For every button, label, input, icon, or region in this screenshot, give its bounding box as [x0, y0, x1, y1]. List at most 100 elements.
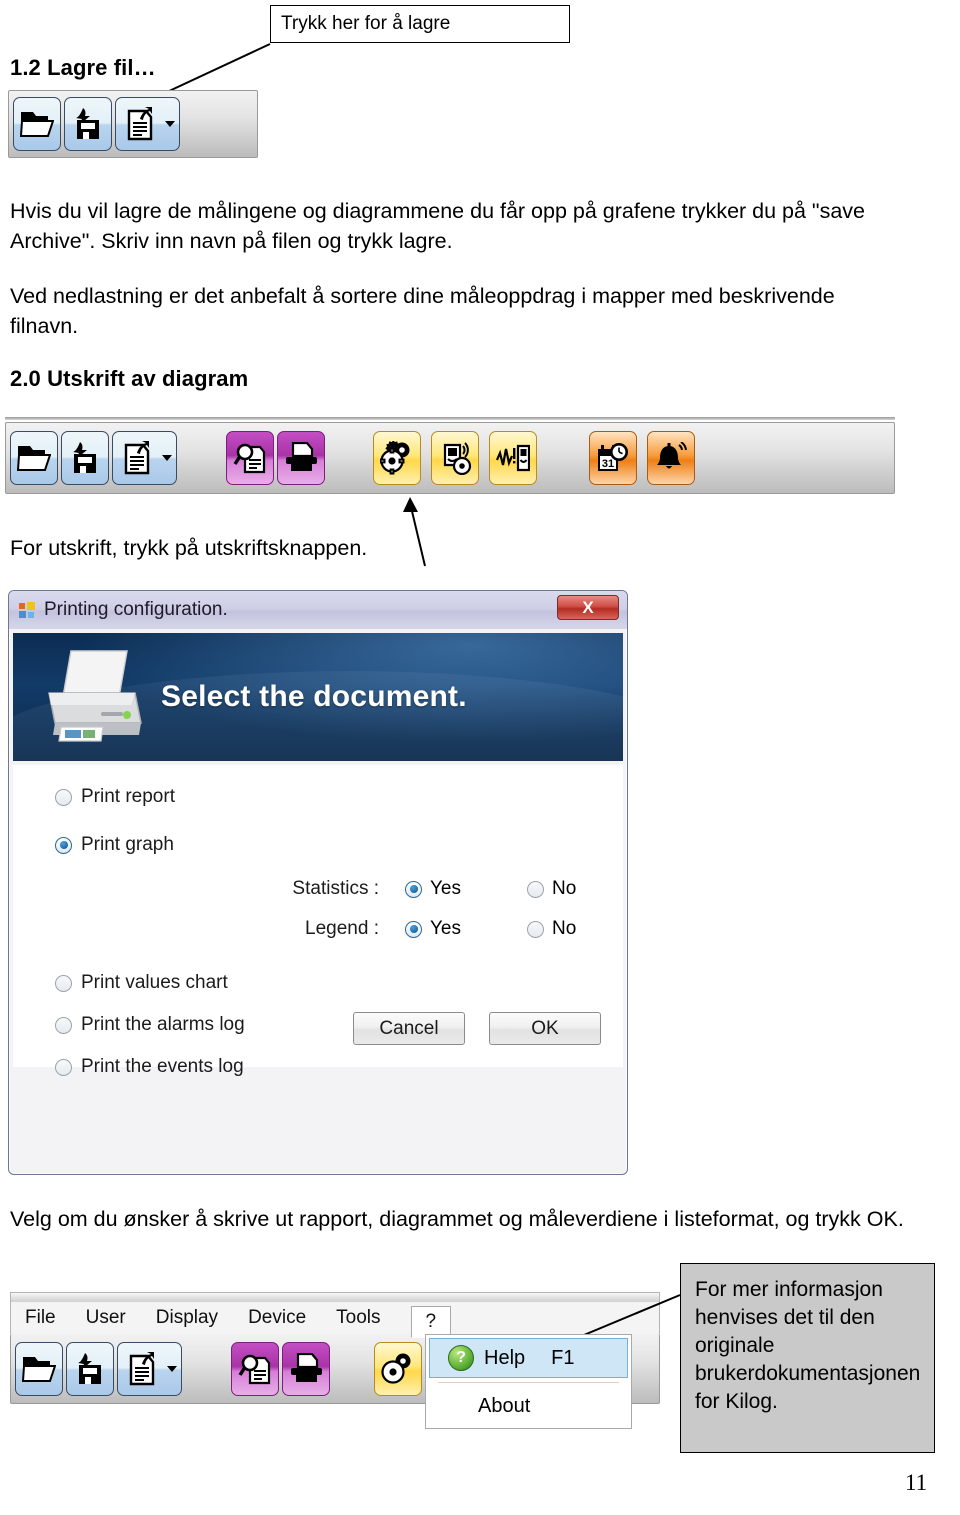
dialog-titlebar: Printing configuration. X	[9, 591, 627, 629]
toolbar-group-settings[interactable]	[373, 431, 537, 485]
floppy-save-icon	[71, 107, 105, 141]
menu-item-file[interactable]: File	[25, 1307, 56, 1329]
toolbar-main[interactable]: 31	[5, 422, 895, 494]
sub-option-legend[interactable]: Legend : Yes No	[281, 913, 623, 945]
radio-icon[interactable]	[527, 880, 544, 898]
schedule-button[interactable]: 31	[589, 431, 637, 485]
toolbar-bottom-group-settings[interactable]	[374, 1341, 425, 1396]
printer-icon	[288, 1352, 324, 1385]
toolbar-top-group-file[interactable]	[13, 97, 183, 151]
option-print-values-chart[interactable]: Print values chart	[55, 967, 623, 999]
help-menu-popup[interactable]: ? Help F1 About	[425, 1334, 632, 1429]
printer-icon	[283, 442, 319, 474]
legend-yes[interactable]: Yes	[405, 918, 501, 940]
save-archive-dropdown[interactable]	[162, 1341, 182, 1396]
statistics-no[interactable]: No	[527, 878, 623, 900]
settings-button[interactable]	[374, 1341, 422, 1396]
legend-no[interactable]: No	[527, 918, 623, 940]
save-file-button[interactable]	[61, 431, 109, 485]
chevron-down-icon	[161, 455, 172, 461]
print-preview-button[interactable]	[226, 431, 274, 485]
save-archive-button[interactable]	[117, 1341, 165, 1396]
radio-icon[interactable]	[405, 880, 422, 898]
radio-icon[interactable]	[55, 1058, 72, 1076]
toolbar-top[interactable]	[8, 90, 258, 158]
save-archive-button[interactable]	[112, 431, 160, 485]
print-button[interactable]	[282, 1341, 330, 1396]
radio-icon[interactable]	[527, 920, 544, 938]
callout-more-info: For mer informasjon henvises det til den…	[680, 1263, 935, 1453]
paragraph-2: Ved nedlastning er det anbefalt å sorter…	[10, 284, 835, 338]
save-file-button[interactable]	[64, 97, 112, 151]
close-icon[interactable]: X	[557, 595, 619, 620]
menu-divider	[438, 1382, 619, 1383]
toolbar-bottom-group-print[interactable]	[231, 1341, 330, 1396]
menu-item-user[interactable]: User	[86, 1307, 126, 1329]
save-archive-button[interactable]	[115, 97, 163, 151]
option-label: Print the alarms log	[81, 1014, 245, 1035]
callout-more-info-text: For mer informasjon henvises det til den…	[695, 1278, 921, 1413]
radio-icon[interactable]	[405, 920, 422, 938]
help-label: Help	[484, 1346, 526, 1369]
help-question-icon: ?	[448, 1345, 474, 1371]
option-label: Print values chart	[81, 972, 228, 993]
document-export-icon	[125, 107, 155, 141]
statistics-yes[interactable]: Yes	[405, 878, 501, 900]
app-blocks-icon	[19, 601, 36, 619]
menu-items[interactable]: File User Display Device Tools ?	[10, 1302, 660, 1338]
sub-option-statistics[interactable]: Statistics : Yes No	[281, 873, 623, 905]
sub-option-caption: Statistics :	[292, 878, 379, 899]
print-preview-button[interactable]	[231, 1341, 279, 1396]
toolbar-bottom-group-file[interactable]	[15, 1341, 185, 1396]
paragraph-3: For utskrift, trykk på utskriftsknappen.	[10, 536, 368, 560]
open-file-button[interactable]	[10, 431, 58, 485]
option-print-events-log[interactable]: Print the events log	[55, 1051, 623, 1083]
settings-button[interactable]	[373, 431, 421, 485]
choice-label: Yes	[430, 878, 461, 899]
ok-button[interactable]: OK	[489, 1012, 601, 1045]
dialog-title: Printing configuration.	[44, 599, 228, 620]
menu-item-device[interactable]: Device	[248, 1307, 306, 1329]
radio-icon[interactable]	[55, 974, 72, 992]
device-signal-button[interactable]	[489, 431, 537, 485]
callout-save-hint-text: Trykk her for å lagre	[281, 13, 451, 35]
chevron-down-icon	[166, 1365, 177, 1372]
radio-icon[interactable]	[55, 788, 72, 806]
svg-text:31: 31	[602, 458, 614, 470]
save-archive-dropdown[interactable]	[157, 431, 177, 485]
option-print-report[interactable]: Print report	[55, 781, 623, 813]
alarms-button[interactable]	[647, 431, 695, 485]
document-export-icon	[127, 1351, 157, 1386]
document-magnifier-icon	[233, 441, 267, 475]
device-gear-icon	[438, 441, 472, 475]
toolbar-group-print[interactable]	[226, 431, 325, 485]
save-archive-dropdown[interactable]	[160, 97, 180, 151]
radio-icon[interactable]	[55, 1016, 72, 1034]
paragraph-4: Velg om du ønsker å skrive ut rapport, d…	[10, 1207, 904, 1231]
help-shortcut: F1	[551, 1346, 575, 1369]
sub-option-caption: Legend :	[305, 918, 379, 939]
menu-item-display[interactable]: Display	[156, 1307, 218, 1329]
open-file-button[interactable]	[15, 1341, 63, 1396]
toolbar-group-alarms[interactable]: 31	[589, 431, 695, 485]
toolbar-group-file[interactable]	[10, 431, 180, 485]
document-export-icon	[122, 441, 152, 475]
printing-configuration-dialog[interactable]: Printing configuration. X Select the doc…	[8, 590, 628, 1175]
print-button[interactable]	[277, 431, 325, 485]
option-label: Print report	[81, 786, 175, 807]
dialog-banner: Select the document.	[13, 633, 623, 761]
radio-icon[interactable]	[55, 836, 72, 854]
device-config-button[interactable]	[431, 431, 479, 485]
menu-popup-help[interactable]: ? Help F1	[429, 1338, 628, 1378]
cancel-button[interactable]: Cancel	[353, 1012, 465, 1045]
save-file-button[interactable]	[66, 1341, 114, 1396]
chevron-down-icon	[164, 121, 175, 127]
open-file-button[interactable]	[13, 97, 61, 151]
option-print-graph[interactable]: Print graph	[55, 829, 623, 861]
bell-icon	[654, 442, 688, 474]
dialog-body: Print report Print graph Statistics : Ye…	[13, 765, 623, 1077]
folder-open-icon	[17, 444, 51, 472]
folder-open-icon	[20, 110, 54, 138]
menu-popup-about[interactable]: About	[426, 1387, 631, 1425]
menu-item-tools[interactable]: Tools	[336, 1307, 380, 1329]
